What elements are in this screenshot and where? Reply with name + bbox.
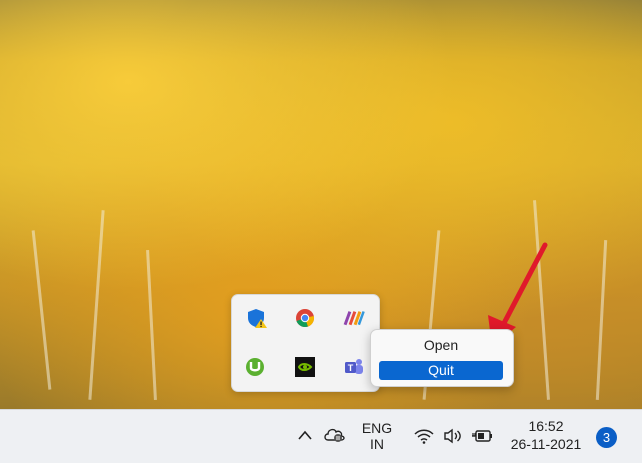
clock-date: 26-11-2021 xyxy=(510,436,582,452)
menu-item-quit[interactable]: Quit xyxy=(379,361,503,380)
language-code: ENG xyxy=(361,420,393,436)
language-indicator[interactable]: ENG IN xyxy=(360,420,394,452)
onedrive-cloud-icon[interactable] xyxy=(323,425,347,448)
notification-badge[interactable]: 3 xyxy=(596,427,617,448)
chrome-icon[interactable] xyxy=(293,306,317,330)
tray-overflow-flyout: T xyxy=(231,294,380,392)
clock-time: 16:52 xyxy=(528,418,564,434)
winrar-icon[interactable] xyxy=(342,306,366,330)
wifi-icon[interactable] xyxy=(414,428,434,449)
menu-item-open[interactable]: Open xyxy=(379,336,503,355)
teams-icon[interactable]: T xyxy=(342,355,366,379)
clock[interactable]: 16:52 26-11-2021 xyxy=(506,418,586,452)
tree-trunk xyxy=(595,240,608,400)
chevron-up-icon[interactable] xyxy=(297,428,313,446)
context-menu: Open Quit xyxy=(370,329,514,387)
battery-charging-icon[interactable] xyxy=(472,428,494,449)
language-region: IN xyxy=(370,436,384,452)
defender-warning-icon[interactable] xyxy=(245,306,269,330)
nvidia-icon[interactable] xyxy=(293,355,317,379)
svg-text:T: T xyxy=(348,363,354,373)
taskbar: ENG IN 16:52 26-11-2021 xyxy=(0,409,642,463)
utorrent-icon[interactable] xyxy=(243,355,267,379)
volume-icon[interactable] xyxy=(443,428,463,449)
tree-trunk xyxy=(88,210,105,400)
tree-trunk xyxy=(146,250,157,400)
tree-trunk xyxy=(31,230,52,390)
